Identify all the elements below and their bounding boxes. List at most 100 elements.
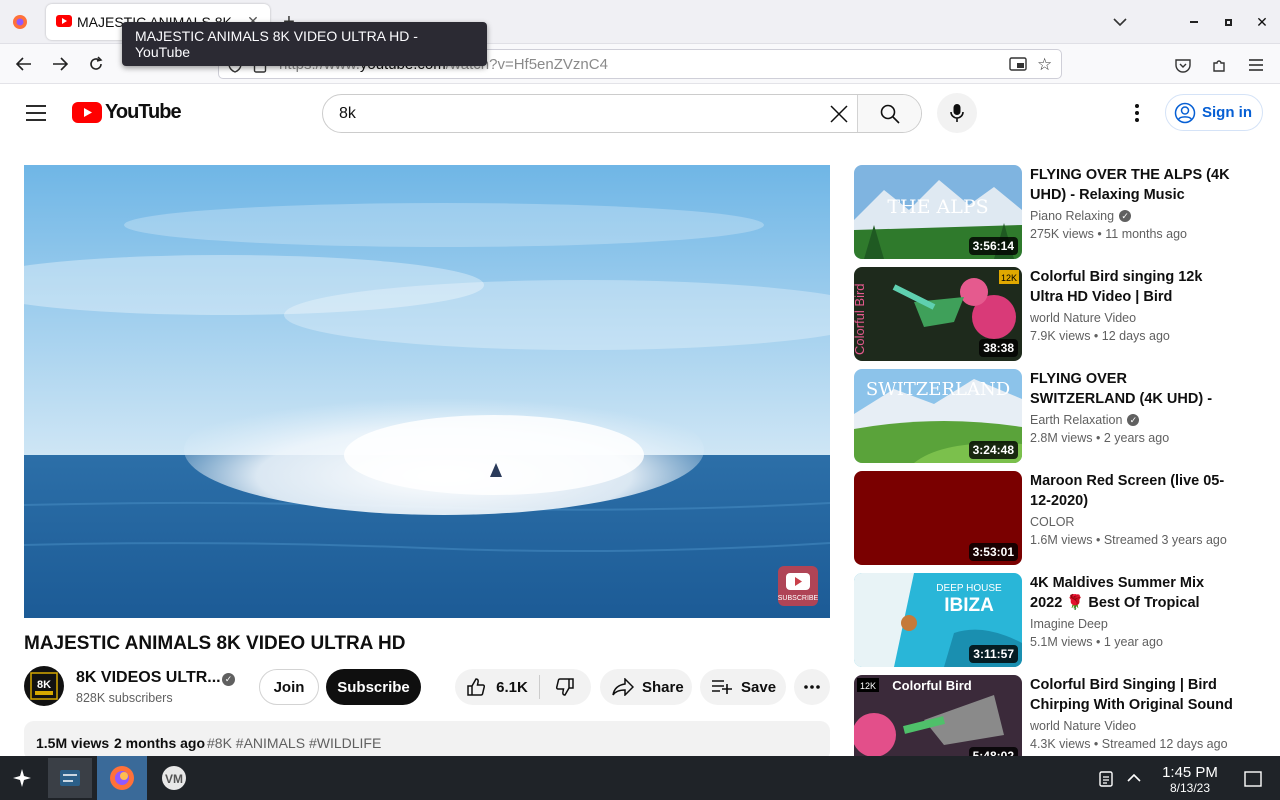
show-desktop-icon[interactable]: [1242, 768, 1264, 790]
picture-in-picture-icon[interactable]: [1009, 56, 1027, 77]
svg-text:VM: VM: [165, 772, 183, 786]
recommendation-item[interactable]: SWITZERLAND 3:24:48 FLYING OVER SWITZERL…: [854, 369, 1264, 463]
recommendation-title: Colorful Bird singing 12k Ultra HD Video…: [1030, 269, 1203, 305]
duration-badge: 38:38: [979, 339, 1018, 357]
app-menu-icon[interactable]: [1245, 54, 1267, 76]
firefox-view-icon[interactable]: [10, 12, 30, 32]
settings-task-icon[interactable]: [48, 758, 92, 798]
clock-date: 8/13/23: [1169, 781, 1211, 795]
video-player[interactable]: SUBSCRIBE: [24, 165, 830, 618]
search-icon: [880, 104, 900, 124]
search-box: 8k: [322, 94, 922, 133]
save-button[interactable]: Save: [700, 669, 786, 705]
youtube-logo[interactable]: YouTube: [72, 101, 182, 124]
subscriber-count: 828K subscribers: [76, 691, 173, 705]
pocket-icon[interactable]: [1172, 54, 1194, 76]
clipboard-icon[interactable]: [1096, 768, 1116, 788]
share-icon: [612, 678, 634, 696]
recommendation-title: FLYING OVER THE ALPS (4K UHD) - Relaxing…: [1030, 167, 1230, 203]
thumbs-down-icon: [555, 678, 574, 696]
video-thumbnail[interactable]: 3:53:01: [854, 471, 1022, 565]
more-horizontal-icon: [804, 685, 820, 689]
more-actions-button[interactable]: [794, 669, 830, 705]
bookmark-star-icon[interactable]: ☆: [1037, 55, 1052, 75]
svg-text:IBIZA: IBIZA: [944, 595, 994, 616]
recommendation-item[interactable]: THE ALPS 3:56:14 FLYING OVER THE ALPS (4…: [854, 165, 1264, 259]
thumbs-up-icon: [467, 678, 486, 696]
upload-age: 2 months ago: [114, 735, 206, 751]
duration-badge: 3:11:57: [969, 645, 1018, 663]
svg-text:SUBSCRIBE: SUBSCRIBE: [778, 595, 819, 602]
microphone-icon: [950, 104, 964, 122]
app-launcher-icon[interactable]: [8, 764, 36, 792]
verified-check-icon: ✓: [1119, 210, 1132, 222]
verified-check-icon: ✓: [222, 673, 235, 686]
subscribe-button[interactable]: Subscribe: [326, 669, 421, 705]
back-icon[interactable]: [12, 52, 36, 76]
duration-badge: 3:24:48: [968, 441, 1018, 459]
recommendation-channel: world Nature Video: [1030, 719, 1137, 733]
share-button[interactable]: Share: [600, 669, 692, 705]
recommendation-item[interactable]: 12KColorful Bird 5:48:02 Colorful Bird S…: [854, 675, 1264, 769]
reload-icon[interactable]: [84, 52, 108, 76]
more-settings-icon[interactable]: [1126, 101, 1148, 125]
join-button[interactable]: Join: [259, 669, 319, 705]
forward-icon[interactable]: [48, 52, 72, 76]
tray-expand-chevron-icon[interactable]: [1124, 768, 1144, 788]
duration-badge: 3:56:14: [968, 237, 1018, 255]
extensions-icon[interactable]: [1208, 54, 1230, 76]
recommendation-item[interactable]: 12K Colorful Bird 38:38 Colorful Bird sin…: [854, 267, 1264, 361]
recommendation-channel: COLOR: [1030, 515, 1075, 529]
view-count: 1.5M views: [36, 735, 110, 751]
clock-time: 1:45 PM: [1162, 764, 1218, 781]
youtube-favicon-icon: [56, 14, 72, 32]
minimize-icon[interactable]: [1184, 12, 1204, 32]
like-dislike-group: 6.1K: [455, 669, 591, 705]
dislike-button[interactable]: [541, 669, 589, 705]
svg-text:Colorful Bird: Colorful Bird: [854, 283, 867, 355]
verified-check-icon: ✓: [1127, 414, 1140, 426]
os-taskbar: VM 1:45 PM 8/13/23: [0, 756, 1280, 800]
save-playlist-icon: [712, 680, 732, 694]
firefox-task-icon[interactable]: [97, 756, 147, 800]
channel-avatar[interactable]: 8K: [24, 666, 64, 706]
search-input[interactable]: 8k: [339, 95, 356, 132]
recommendation-meta: 4.3K views • Streamed 12 days ago: [1030, 737, 1228, 751]
video-frame-whale-splash: SUBSCRIBE: [24, 165, 830, 618]
clock[interactable]: 1:45 PM 8/13/23: [1150, 764, 1230, 795]
video-thumbnail[interactable]: SWITZERLAND 3:24:48: [854, 369, 1022, 463]
like-button[interactable]: 6.1K: [455, 669, 539, 705]
recommendation-channel: Piano Relaxing ✓: [1030, 209, 1132, 223]
video-thumbnail[interactable]: DEEP HOUSE IBIZA 3:11:57: [854, 573, 1022, 667]
video-thumbnail[interactable]: 12K Colorful Bird 38:38: [854, 267, 1022, 361]
description-box[interactable]: 1.5M views 2 months ago #8K #ANIMALS #WI…: [24, 721, 830, 761]
recommendation-channel: Earth Relaxation ✓: [1030, 413, 1140, 427]
hashtags[interactable]: #8K #ANIMALS #WILDLIFE: [207, 735, 381, 751]
svg-text:12K: 12K: [1001, 273, 1017, 283]
maximize-icon[interactable]: [1218, 12, 1238, 32]
clear-search-icon[interactable]: [828, 103, 850, 125]
recommendation-item[interactable]: 3:53:01 Maroon Red Screen (live 05-12-20…: [854, 471, 1264, 565]
svg-text:SWITZERLAND: SWITZERLAND: [866, 379, 1010, 400]
guide-menu-icon[interactable]: [22, 99, 50, 127]
channel-name[interactable]: 8K VIDEOS ULTR...: [76, 669, 221, 687]
search-button[interactable]: [857, 95, 921, 132]
list-tabs-chevron-icon[interactable]: [1110, 12, 1130, 32]
voice-search-button[interactable]: [937, 93, 977, 133]
video-title: MAJESTIC ANIMALS 8K VIDEO ULTRA HD: [24, 633, 406, 654]
recommendation-title: 4K Maldives Summer Mix 2022 🌹 Best Of Tr…: [1030, 575, 1205, 611]
video-thumbnail[interactable]: 12KColorful Bird 5:48:02: [854, 675, 1022, 769]
youtube-play-logo-icon: [72, 102, 102, 123]
video-thumbnail[interactable]: THE ALPS 3:56:14: [854, 165, 1022, 259]
duration-badge: 3:53:01: [968, 543, 1018, 561]
recommendation-channel: Imagine Deep: [1030, 617, 1108, 631]
tab-tooltip: MAJESTIC ANIMALS 8K VIDEO ULTRA HD - You…: [122, 22, 487, 66]
channel-logo-icon: 8K: [30, 672, 58, 700]
sign-in-button[interactable]: Sign in: [1165, 94, 1263, 131]
recommendation-title: Colorful Bird Singing | Bird Chirping Wi…: [1030, 677, 1233, 713]
vm-app-task-icon[interactable]: VM: [152, 760, 196, 796]
window-close-icon[interactable]: ✕: [1252, 12, 1272, 32]
recommendation-item[interactable]: DEEP HOUSE IBIZA 3:11:57 4K Maldives Summ…: [854, 573, 1264, 667]
svg-text:DEEP HOUSE: DEEP HOUSE: [936, 583, 1002, 594]
recommendation-title: Maroon Red Screen (live 05-12-2020): [1030, 473, 1225, 509]
